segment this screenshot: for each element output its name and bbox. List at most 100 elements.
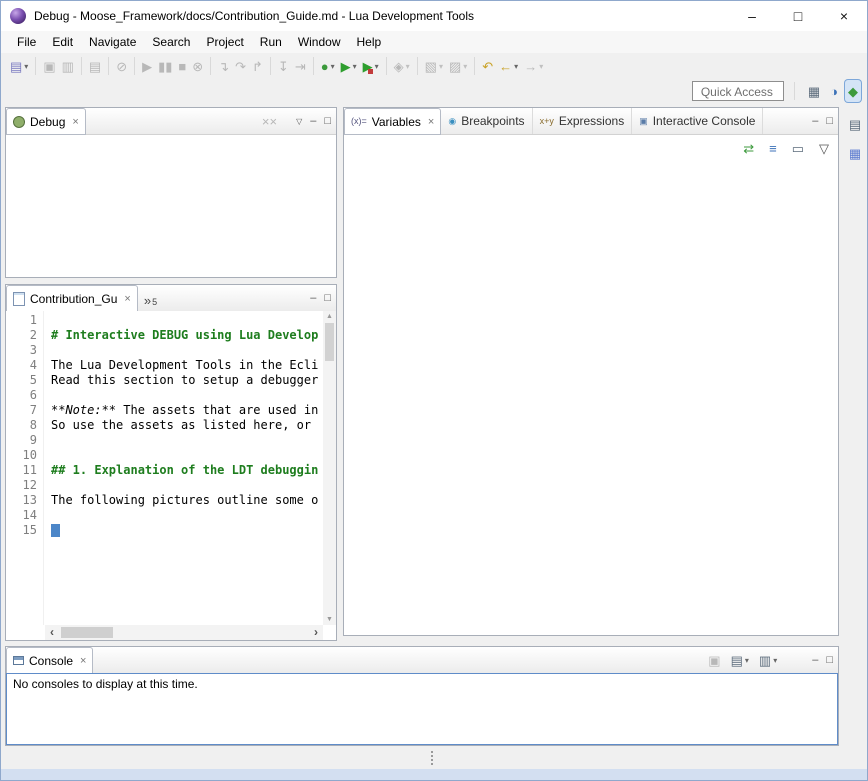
save-button[interactable]: ▣	[40, 55, 58, 77]
disconnect-button[interactable]: ⊗	[189, 55, 206, 77]
open-console-button[interactable]: ▤▾	[728, 649, 752, 671]
minimized-view-button[interactable]: ▦	[846, 142, 864, 164]
code-line[interactable]	[51, 448, 323, 463]
close-icon[interactable]: ×	[80, 655, 86, 667]
open-console-icon: ▤	[731, 654, 743, 667]
line-number: 12	[6, 478, 37, 493]
maximize-icon[interactable]: □	[324, 116, 331, 127]
scroll-right-icon[interactable]: ›	[309, 625, 323, 640]
external-tools-button[interactable]: ▶▾	[360, 55, 382, 77]
scroll-down-icon[interactable]: ▼	[323, 616, 336, 623]
minimize-icon[interactable]: –	[310, 293, 316, 304]
last-edit-location-button[interactable]: ↶	[479, 55, 496, 77]
horizontal-scrollbar[interactable]: ‹ ›	[45, 625, 323, 640]
tab-debug[interactable]: Debug ×	[6, 108, 86, 135]
statusbar-grip[interactable]	[431, 751, 433, 765]
vertical-scroll-thumb[interactable]	[325, 323, 334, 361]
code-line[interactable]	[51, 433, 323, 448]
display-selected-console-button[interactable]: ▥▾	[756, 649, 780, 671]
step-over-button[interactable]: ↷	[232, 55, 249, 77]
run-button[interactable]: ▶▾	[338, 55, 360, 77]
code-line[interactable]: ## 1. Explanation of the LDT debuggin	[51, 463, 323, 478]
step-return-button[interactable]: ↱	[249, 55, 266, 77]
tab-breakpoints[interactable]: ◉Breakpoints	[441, 108, 532, 134]
view-menu-icon[interactable]: ▽	[296, 117, 302, 126]
open-search-button[interactable]: ◈▾	[391, 55, 413, 77]
lua-perspective-button[interactable]: ◑	[827, 80, 841, 102]
maximize-window-button[interactable]: □	[775, 1, 821, 31]
pin-console-button[interactable]: ▣	[705, 649, 723, 671]
minimize-icon[interactable]: –	[812, 655, 818, 666]
view-menu-button[interactable]: ▽	[816, 137, 832, 159]
print-button[interactable]: ▤	[86, 55, 104, 77]
editor-tab-overflow[interactable]: » 5	[138, 285, 163, 311]
skip-all-breakpoints-button[interactable]: ⊘	[113, 55, 130, 77]
tab-contribution-guide[interactable]: Contribution_Gu ×	[6, 285, 138, 312]
scroll-left-icon[interactable]: ‹	[45, 625, 59, 640]
menu-item-search[interactable]: Search	[144, 33, 198, 51]
tab-expressions[interactable]: x+yExpressions	[533, 108, 633, 134]
code-line[interactable]	[51, 478, 323, 493]
menu-item-file[interactable]: File	[9, 33, 44, 51]
remove-all-terminated-button[interactable]: ××	[259, 110, 280, 132]
minimize-window-button[interactable]: –	[729, 1, 775, 31]
close-window-button[interactable]: ×	[821, 1, 867, 31]
code-line[interactable]	[51, 388, 323, 403]
toolbar-separator	[108, 57, 109, 75]
code-line[interactable]	[51, 523, 323, 538]
suspend-button[interactable]: ▮▮	[155, 55, 175, 77]
menu-item-help[interactable]: Help	[349, 33, 390, 51]
code-line[interactable]: **Note:** The assets that are used in	[51, 403, 323, 418]
editor-head-tools: – □	[310, 285, 336, 311]
close-icon[interactable]: ×	[72, 116, 78, 128]
code-line[interactable]: Read this section to setup a debugger	[51, 373, 323, 388]
tab-interactive-console[interactable]: ▣Interactive Console	[632, 108, 763, 134]
resume-button[interactable]: ▶	[139, 55, 155, 77]
vertical-scrollbar[interactable]: ▲ ▼	[323, 311, 336, 625]
menu-item-run[interactable]: Run	[252, 33, 290, 51]
quick-access-box[interactable]: Quick Access	[692, 81, 784, 101]
maximize-icon[interactable]: □	[324, 293, 331, 304]
code-area[interactable]: # Interactive DEBUG using Lua Develop The…	[45, 311, 323, 625]
show-type-names-button[interactable]: ≡	[766, 137, 780, 159]
debug-button[interactable]: ●▾	[318, 55, 338, 77]
code-line[interactable]: So use the assets as listed here, or	[51, 418, 323, 433]
debug-perspective-button[interactable]: ◆	[845, 80, 861, 102]
code-line[interactable]: The Lua Development Tools in the Ecli	[51, 358, 323, 373]
code-line[interactable]	[51, 508, 323, 523]
console-body[interactable]: No consoles to display at this time.	[6, 673, 838, 745]
show-logical-structure-button[interactable]: ⇄	[740, 137, 757, 159]
menu-item-window[interactable]: Window	[290, 33, 349, 51]
minimize-icon[interactable]: –	[812, 116, 818, 127]
horizontal-scroll-thumb[interactable]	[61, 627, 113, 638]
close-icon[interactable]: ×	[428, 116, 434, 128]
save-all-button[interactable]: ▥	[59, 55, 77, 77]
menu-item-project[interactable]: Project	[198, 33, 251, 51]
code-line[interactable]: # Interactive DEBUG using Lua Develop	[51, 328, 323, 343]
minimize-icon[interactable]: –	[310, 116, 316, 127]
menu-item-navigate[interactable]: Navigate	[81, 33, 144, 51]
forward-button[interactable]: →▾	[521, 55, 546, 77]
open-perspective-button[interactable]: ▦	[805, 80, 823, 102]
new-lua-file-button[interactable]: ▧▾	[422, 55, 446, 77]
maximize-icon[interactable]: □	[826, 655, 833, 666]
use-step-filters-button[interactable]: ⇥	[292, 55, 309, 77]
drop-to-frame-button[interactable]: ↧	[275, 55, 292, 77]
close-icon[interactable]: ×	[124, 293, 130, 305]
tab-console[interactable]: Console ×	[6, 647, 93, 674]
back-button[interactable]: ←▾	[496, 55, 521, 77]
restore-view-button[interactable]: ▤	[846, 113, 864, 135]
scroll-up-icon[interactable]: ▲	[323, 313, 336, 320]
collapse-all-button[interactable]: ▭	[789, 137, 807, 159]
menu-item-edit[interactable]: Edit	[44, 33, 81, 51]
code-line[interactable]	[51, 313, 323, 328]
maximize-icon[interactable]: □	[826, 116, 833, 127]
tab-variables[interactable]: (x)=Variables×	[344, 108, 441, 135]
open-element-button[interactable]: ▨▾	[446, 55, 470, 77]
code-line[interactable]: The following pictures outline some o	[51, 493, 323, 508]
step-into-button[interactable]: ↴	[215, 55, 232, 77]
code-line[interactable]	[51, 343, 323, 358]
open-element-icon: ▨	[449, 60, 461, 73]
terminate-button[interactable]: ■	[175, 55, 189, 77]
new-wizard-button[interactable]: ▤▾	[7, 55, 31, 77]
